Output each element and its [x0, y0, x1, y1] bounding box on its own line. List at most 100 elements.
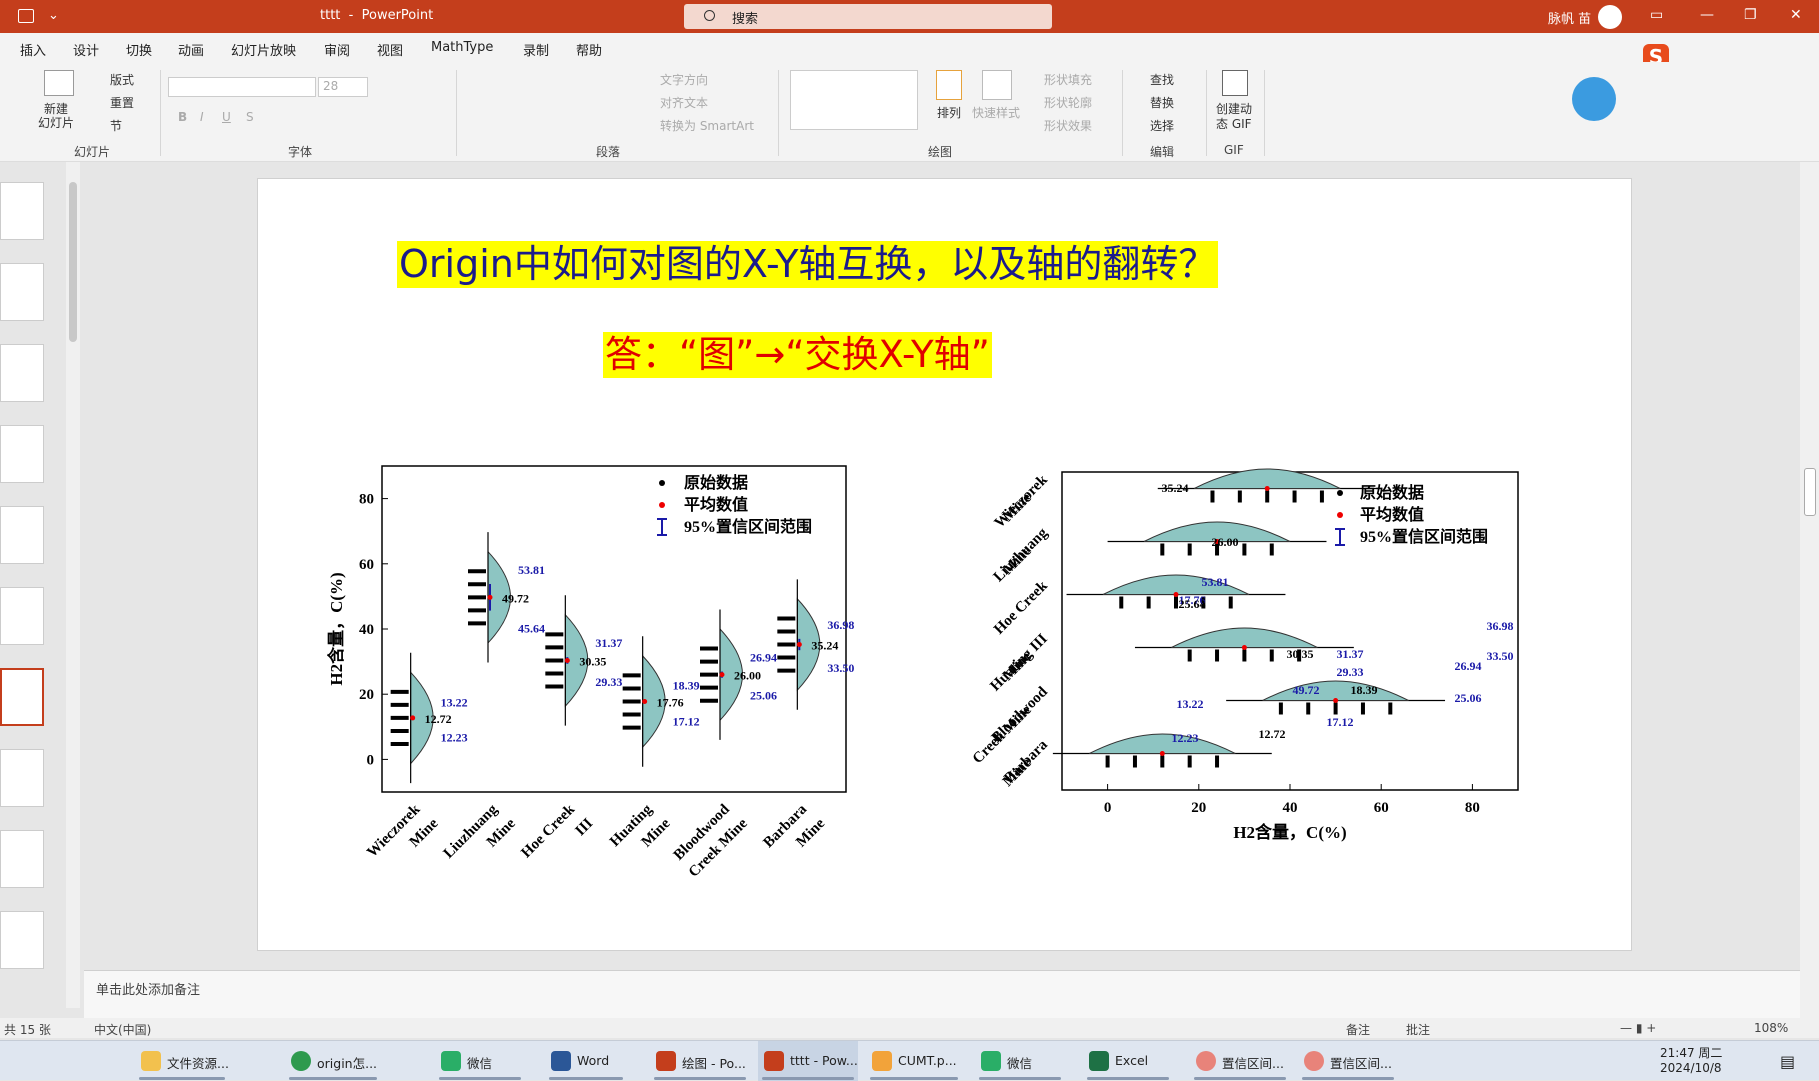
mean-point: [796, 642, 802, 648]
task-ci-1[interactable]: 置信区间...: [1190, 1041, 1290, 1081]
mean-point: [1264, 486, 1270, 491]
value-label: 31.37: [1337, 647, 1364, 661]
legend-mean-marker: [1337, 512, 1343, 518]
violin-shape: [1171, 627, 1318, 648]
y-tick-label: 80: [359, 492, 374, 508]
taskbar: 文件资源... origin怎... 微信 Word 绘图 - Po... tt…: [0, 1040, 1819, 1081]
legend-raw-marker: [659, 480, 665, 486]
x-tick-label: Hoe Creek: [518, 801, 578, 861]
legend-ci-marker: [657, 518, 667, 536]
violin-chart-horizontal[interactable]: 0 20 40 60 80 H2含量，C(%) Wieczorek Mine Liuzhuang…: [960, 440, 1520, 860]
y-tick-label: 60: [359, 557, 374, 573]
x-axis-label: H2含量，C(%): [1233, 822, 1346, 842]
task-wechat[interactable]: 微信: [435, 1041, 525, 1081]
mean-point: [1241, 645, 1247, 650]
value-label: 18.39: [1351, 683, 1378, 697]
task-excel[interactable]: Excel: [1083, 1041, 1173, 1081]
status-bar: 共 15 张 中文(中国) 备注 批注 — ▮ + 108%: [0, 1018, 1819, 1038]
mean-label: 35.24: [811, 639, 838, 653]
y-tick-label: 40: [359, 622, 374, 638]
ci-upper-label: 26.94: [750, 651, 777, 665]
value-label: 30.35: [1287, 647, 1314, 661]
legend-entry: 原始数据: [684, 473, 748, 492]
task-word[interactable]: Word: [545, 1041, 627, 1081]
mean-label: 30.35: [579, 654, 606, 668]
value-label: 26.00: [1212, 535, 1239, 549]
value-label: 49.72: [1293, 683, 1320, 697]
task-ppt-tttt[interactable]: tttt - Pow...: [758, 1041, 858, 1081]
x-tick-label: 80: [1465, 800, 1480, 816]
mean-point: [410, 715, 416, 721]
task-cumt-pdf[interactable]: CUMT.p...: [866, 1041, 962, 1081]
value-label: 29.33: [1337, 665, 1364, 679]
value-label: 13.22: [1177, 697, 1204, 711]
zoom-slider[interactable]: — ▮ +: [1620, 1021, 1656, 1035]
mean-label: 17.76: [657, 696, 684, 710]
mean-point: [564, 657, 570, 663]
ci-lower-label: 45.64: [518, 622, 545, 636]
ci-upper-label: 53.81: [518, 563, 545, 577]
x-tick-label: 20: [1191, 800, 1206, 816]
ci-upper-label: 36.98: [827, 618, 854, 632]
ci-lower-label: 25.06: [750, 689, 777, 703]
ci-lower-label: 17.12: [673, 715, 700, 729]
x-tick-label: 40: [1283, 800, 1298, 816]
clock-time[interactable]: 21:47 周二: [1660, 1044, 1722, 1061]
ci-upper-label: 13.22: [441, 695, 468, 709]
legend-entry: 95%置信区间范围: [1360, 527, 1488, 546]
ci-lower-label: 12.23: [441, 731, 468, 745]
mean-point: [1159, 751, 1165, 756]
legend-entry: 原始数据: [1360, 483, 1424, 502]
ci-lower-label: 33.50: [827, 661, 854, 675]
legend-entry: 平均数值: [1360, 505, 1424, 524]
mean-point: [1333, 698, 1339, 703]
mean-label: 26.00: [734, 669, 761, 683]
mean-label: 12.72: [425, 712, 452, 726]
y-tick-label: Hoe Creek: [991, 578, 1051, 638]
value-label: 12.72: [1259, 727, 1286, 741]
legend-raw-marker: [1337, 490, 1343, 496]
task-browser-origin[interactable]: origin怎...: [285, 1041, 381, 1081]
task-ppt-drawing[interactable]: 绘图 - Po...: [650, 1041, 750, 1081]
violin-chart-vertical[interactable]: 020406080H2含量，C(%)12.7213.2212.23Wieczor…: [0, 0, 1819, 1080]
notes-placeholder: 单击此处添加备注: [96, 983, 201, 998]
language[interactable]: 中文(中国): [94, 1021, 151, 1038]
mean-point: [487, 594, 493, 600]
task-wechat-2[interactable]: 微信: [975, 1041, 1065, 1081]
mean-point: [719, 672, 725, 678]
value-label: 12.23: [1172, 731, 1199, 745]
y-axis-label: H2含量，C(%): [326, 572, 346, 685]
y-tick-label: 20: [359, 687, 374, 703]
ci-lower-label: 29.33: [595, 675, 622, 689]
notification-icon[interactable]: ▤: [1780, 1052, 1795, 1071]
value-label: 26.94: [1455, 659, 1482, 673]
legend-ci-marker: [1335, 528, 1345, 546]
violin-shape: [1089, 733, 1236, 754]
violin-shape: [1262, 680, 1409, 701]
legend-mean-marker: [659, 502, 665, 508]
value-label: 17.12: [1327, 715, 1354, 729]
mean-point: [642, 699, 648, 705]
mean-label: 49.72: [502, 591, 529, 605]
notes-button[interactable]: 备注: [1346, 1021, 1370, 1038]
y-tick-label: 0: [367, 752, 375, 768]
value-label: 25.64: [1179, 597, 1206, 611]
value-label: 53.81: [1202, 575, 1229, 589]
x-tick-label: 60: [1374, 800, 1389, 816]
ci-upper-label: 31.37: [595, 636, 622, 650]
legend-entry: 平均数值: [684, 495, 748, 514]
x-tick-label: 0: [1104, 800, 1112, 816]
zoom-level[interactable]: 108%: [1754, 1021, 1788, 1035]
comments-button[interactable]: 批注: [1406, 1021, 1430, 1038]
slide-count: 共 15 张: [4, 1023, 51, 1037]
task-explorer[interactable]: 文件资源...: [135, 1041, 229, 1081]
value-label: 35.24: [1162, 481, 1189, 495]
ci-upper-label: 18.39: [673, 678, 700, 692]
notes-pane[interactable]: 单击此处添加备注: [84, 970, 1800, 1018]
slide-scrollbar[interactable]: [1800, 162, 1819, 1018]
task-ci-2[interactable]: 置信区间...: [1298, 1041, 1398, 1081]
legend-entry: 95%置信区间范围: [684, 517, 812, 536]
clock-date[interactable]: 2024/10/8: [1660, 1061, 1722, 1075]
value-label: 36.98: [1487, 619, 1514, 633]
value-label: 25.06: [1455, 691, 1482, 705]
